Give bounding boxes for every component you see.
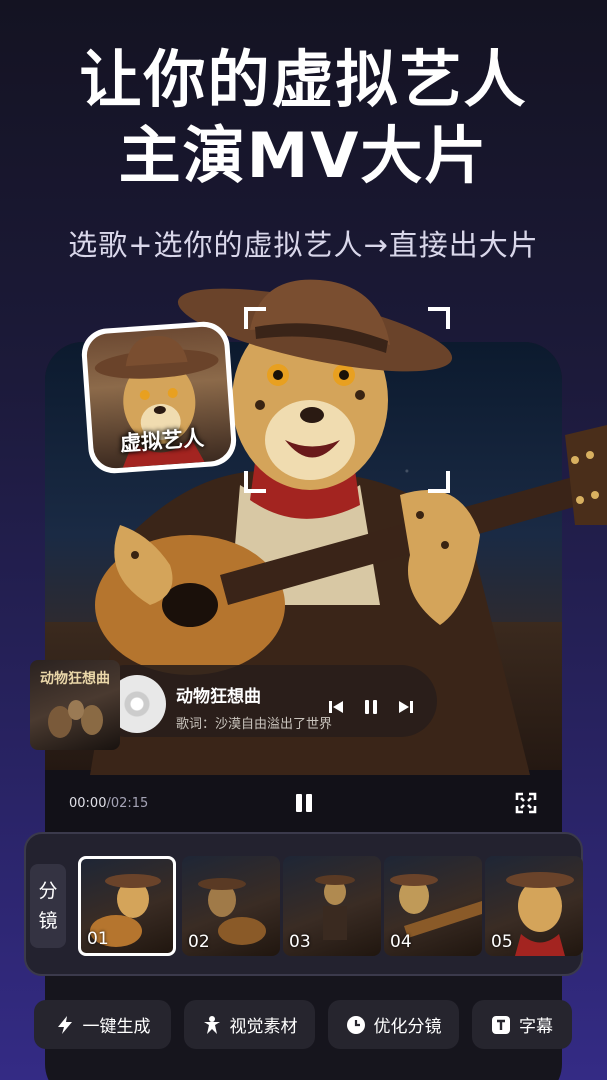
text-icon	[492, 1015, 510, 1034]
storyboard-tab-label-1: 分	[38, 880, 58, 902]
album-cover: 动物狂想曲	[30, 660, 120, 750]
album-cover-art	[48, 700, 103, 738]
frame-number: 02	[188, 932, 210, 952]
frame-number: 05	[491, 932, 513, 952]
storyboard-frame[interactable]: 04	[384, 856, 482, 956]
action-toolbar: 一键生成 视觉素材 优化分镜 字幕	[34, 1000, 574, 1050]
subheadline: 选歌+选你的虚拟艺人→直接出大片	[68, 228, 539, 262]
storyboard-tab-label-2: 镜	[38, 910, 58, 932]
frame-number: 04	[390, 932, 412, 952]
visual-assets-button[interactable]: 视觉素材	[184, 1000, 315, 1049]
skip-previous-icon[interactable]	[327, 698, 345, 716]
frame-number: 01	[87, 929, 109, 949]
current-time: 00:00	[69, 796, 107, 811]
lightning-icon	[57, 1015, 72, 1034]
tool-label: 字幕	[519, 1017, 553, 1037]
subtitles-button[interactable]: 字幕	[472, 1000, 572, 1049]
storyboard-tab[interactable]: 分 镜	[30, 864, 66, 948]
one-click-generate-button[interactable]: 一键生成	[34, 1000, 171, 1049]
song-title: 动物狂想曲	[176, 687, 261, 707]
duration: /02:15	[106, 796, 149, 811]
focus-bracket-top-left	[244, 307, 266, 329]
playback-time: 00:00/02:15	[69, 796, 148, 811]
headline-line-2: 主演MV大片	[118, 119, 489, 192]
virtual-artist-avatar-card[interactable]: 虚拟艺人	[80, 320, 238, 475]
pause-icon[interactable]	[362, 698, 380, 716]
player-controls-bar: 00:00/02:15	[45, 770, 562, 840]
clock-icon	[346, 1015, 365, 1034]
fullscreen-icon[interactable]	[515, 792, 537, 814]
skip-next-icon[interactable]	[397, 698, 415, 716]
focus-bracket-bottom-right	[428, 471, 450, 493]
tool-label: 优化分镜	[373, 1017, 442, 1037]
song-card[interactable]: 动物狂想曲 动物狂想曲 歌词：沙漠自由溢出了世界	[30, 660, 437, 750]
song-lyric: 歌词：沙漠自由溢出了世界	[176, 717, 333, 732]
storyboard-panel: 分 镜 01 02 03 04 05	[24, 832, 583, 976]
virtual-artist-avatar: 虚拟艺人	[85, 325, 233, 470]
headline: 让你的虚拟艺人 主演MV大片	[0, 42, 607, 194]
tool-label: 视觉素材	[229, 1017, 298, 1037]
pause-icon[interactable]	[293, 792, 315, 814]
optimize-storyboard-button[interactable]: 优化分镜	[328, 1000, 459, 1049]
storyboard-frame[interactable]: 03	[283, 856, 381, 956]
headline-line-1: 让你的虚拟艺人	[79, 43, 528, 116]
tool-label: 一键生成	[82, 1017, 151, 1037]
storyboard-frame[interactable]: 02	[182, 856, 280, 956]
storyboard-frame[interactable]: 01	[78, 856, 176, 956]
frame-number: 03	[289, 932, 311, 952]
storyboard-frame[interactable]: 05	[485, 856, 583, 956]
focus-bracket-top-right	[428, 307, 450, 329]
person-icon	[203, 1015, 220, 1034]
focus-bracket-bottom-left	[244, 471, 266, 493]
